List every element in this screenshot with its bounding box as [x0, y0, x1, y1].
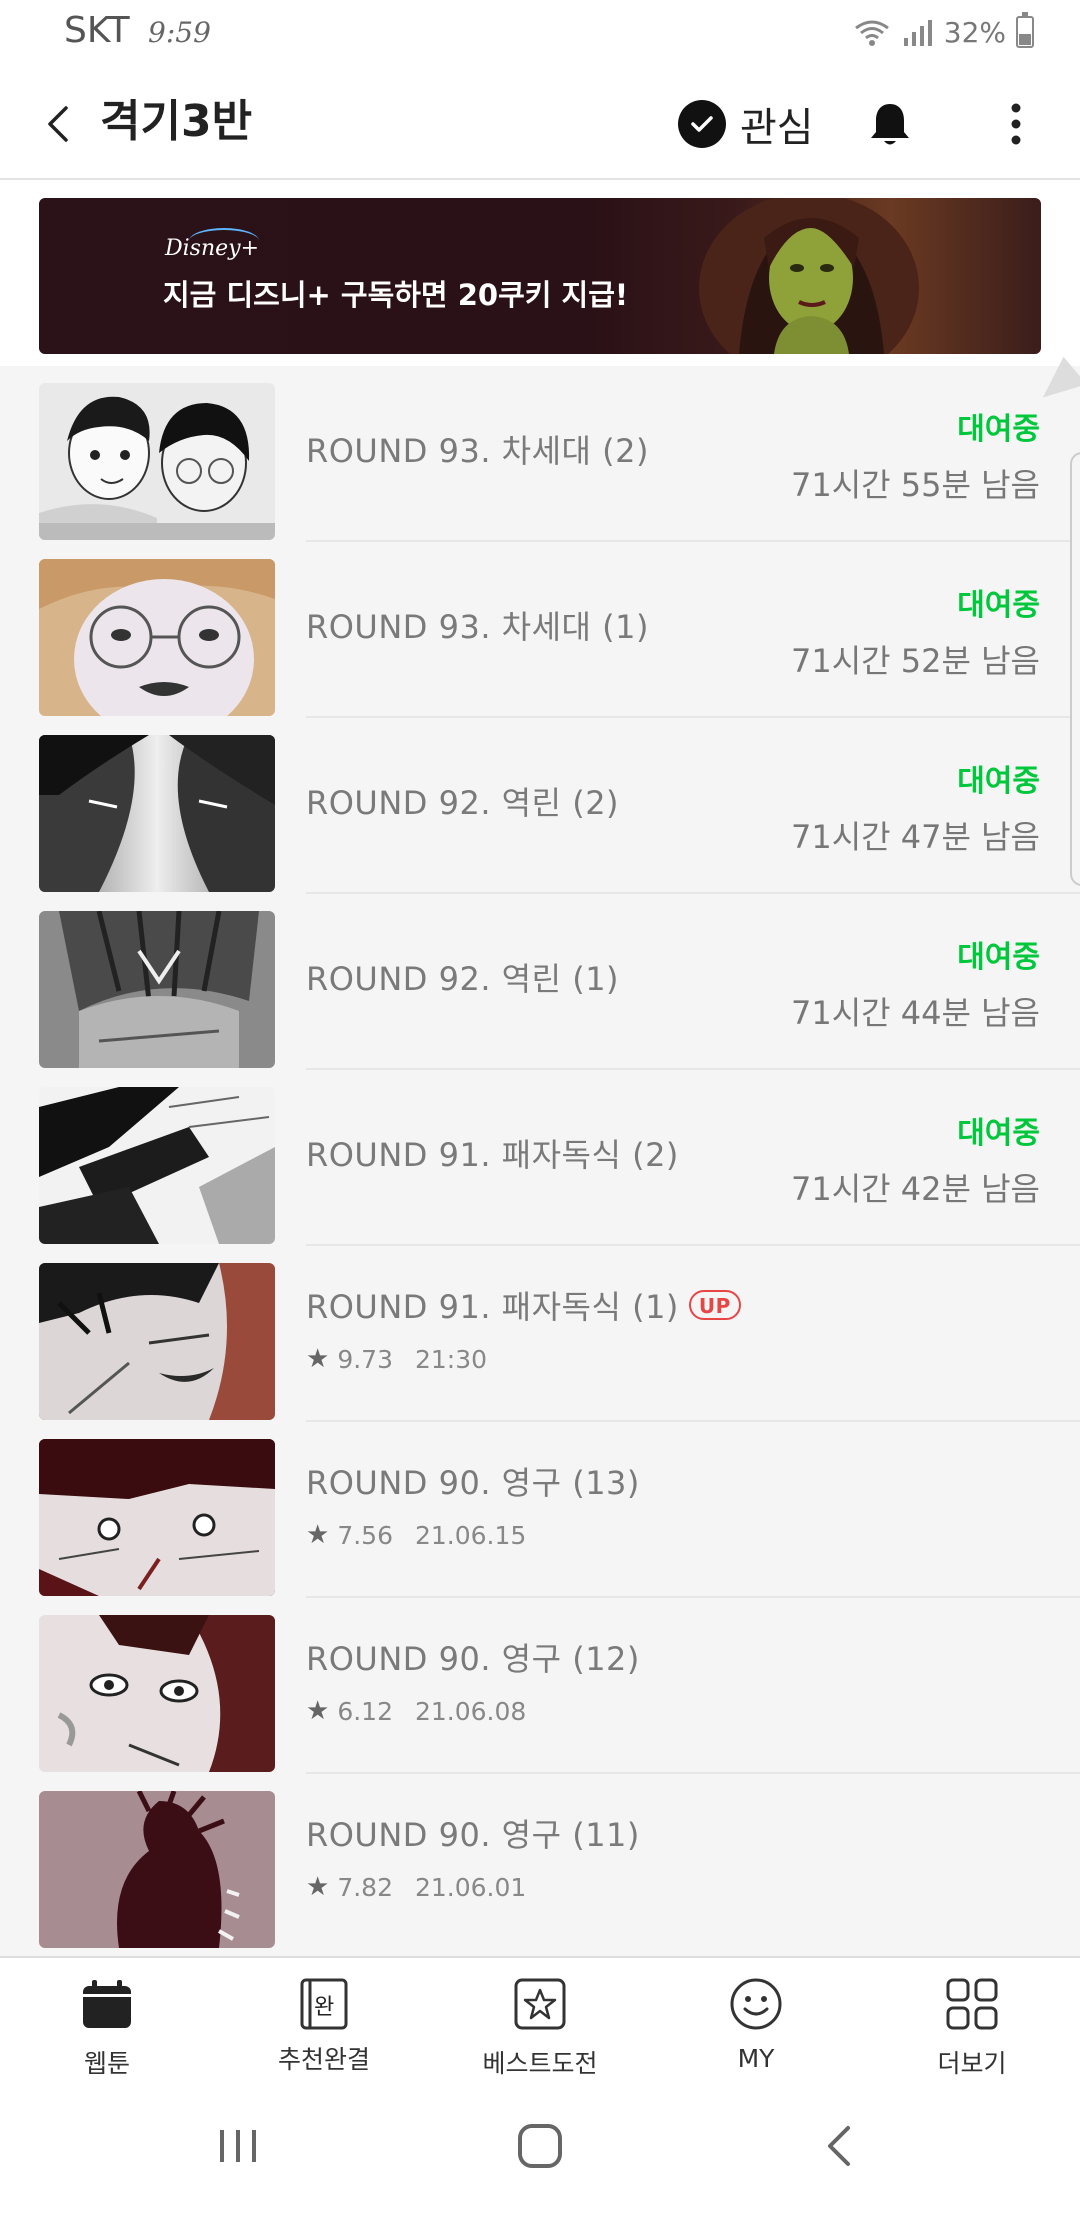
episode-rating: 7.56 — [337, 1520, 393, 1550]
system-back-icon[interactable] — [812, 2116, 872, 2176]
episode-row[interactable]: ROUND 92. 역린 (2) 대여중 71시간 47분 남음 — [0, 718, 1080, 894]
favorite-button[interactable]: 관심 — [678, 94, 814, 154]
episode-rating: 7.82 — [337, 1872, 393, 1902]
battery-icon — [1016, 12, 1034, 48]
nav-label: 추천완결 — [277, 2045, 370, 2074]
rental-time-left: 71시간 55분 남음 — [791, 466, 1040, 504]
status-icons: 32% — [852, 12, 1034, 52]
episode-list: ROUND 93. 차세대 (2) 대여중 71시간 55분 남음 ROUND … — [0, 366, 1080, 1950]
episode-row[interactable]: ROUND 93. 차세대 (2) 대여중 71시간 55분 남음 — [0, 366, 1080, 542]
check-icon — [678, 100, 726, 148]
episode-row[interactable]: ROUND 90. 영구 (12) ★ 6.12 21.06.08 — [0, 1598, 1080, 1774]
episode-title-text: ROUND 91. 패자독식 (1) — [306, 1288, 679, 1326]
character-portrait-image — [699, 198, 919, 354]
rental-status: 대여중 — [957, 588, 1040, 623]
nav-my[interactable]: MY — [671, 1976, 841, 2073]
more-vertical-icon[interactable] — [1000, 96, 1032, 152]
star-icon: ★ — [306, 1872, 330, 1902]
star-icon: ★ — [306, 1696, 330, 1726]
episode-thumbnail — [39, 911, 275, 1068]
rental-time-left: 71시간 44분 남음 — [791, 994, 1040, 1032]
episode-thumbnail — [39, 1791, 275, 1948]
battery-percent: 32% — [943, 15, 1006, 49]
page-title: 격기3반 — [100, 96, 253, 147]
episode-thumbnail — [39, 1615, 275, 1772]
rental-status: 대여중 — [957, 412, 1040, 447]
episode-title: ROUND 92. 역린 (2) — [306, 784, 620, 822]
nav-label: MY — [737, 2044, 775, 2073]
calendar-icon — [83, 1980, 131, 2028]
episode-title: ROUND 90. 영구 (13) — [306, 1464, 640, 1502]
rental-status: 대여중 — [957, 764, 1040, 799]
rental-time-left: 71시간 47분 남음 — [791, 818, 1040, 856]
star-icon: ★ — [306, 1344, 330, 1374]
star-box-icon — [514, 1978, 566, 2030]
episode-row[interactable]: ROUND 90. 영구 (11) ★ 7.82 21.06.01 — [0, 1774, 1080, 1950]
episode-thumbnail — [39, 383, 275, 540]
nav-webtoon[interactable]: 웹툰 — [22, 1976, 192, 2080]
nav-best-challenge[interactable]: 베스트도전 — [455, 1976, 625, 2080]
signal-icon — [903, 20, 932, 46]
episode-meta: ★ 7.56 21.06.15 — [306, 1520, 526, 1550]
episode-thumbnail — [39, 1087, 275, 1244]
episode-date: 21.06.15 — [414, 1520, 527, 1550]
episode-meta: ★ 7.82 21.06.01 — [306, 1872, 526, 1902]
episode-title: ROUND 93. 차세대 (1) — [306, 608, 649, 646]
nav-recommended-complete[interactable]: 완 추천완결 — [239, 1976, 409, 2076]
scroll-handle[interactable] — [1070, 452, 1080, 886]
nav-more[interactable]: 더보기 — [887, 1976, 1057, 2080]
episode-meta: ★ 6.12 21.06.08 — [306, 1696, 526, 1726]
episode-row[interactable]: ROUND 91. 패자독식 (2) 대여중 71시간 42분 남음 — [0, 1070, 1080, 1246]
disney-plus-logo: Disney+ — [165, 236, 260, 261]
episode-thumbnail — [39, 559, 275, 716]
episode-row[interactable]: ROUND 91. 패자독식 (1) UP ★ 9.73 21:30 — [0, 1246, 1080, 1422]
home-icon[interactable] — [510, 2116, 570, 2176]
wifi-icon — [854, 20, 889, 46]
nav-label: 더보기 — [937, 2049, 1007, 2078]
episode-thumbnail — [39, 1439, 275, 1596]
episode-title: ROUND 90. 영구 (11) — [306, 1816, 640, 1854]
episode-row[interactable]: ROUND 93. 차세대 (1) 대여중 71시간 52분 남음 — [0, 542, 1080, 718]
banner-text: 지금 디즈니+ 구독하면 20쿠키 지급! — [163, 278, 629, 312]
rental-time-left: 71시간 42분 남음 — [791, 1170, 1040, 1208]
episode-date: 21.06.08 — [414, 1696, 527, 1726]
star-icon: ★ — [306, 1520, 330, 1550]
up-badge: UP — [688, 1290, 741, 1320]
nav-label: 베스트도전 — [482, 2049, 598, 2078]
episode-rating: 9.73 — [337, 1344, 393, 1374]
recent-apps-icon[interactable] — [208, 2116, 268, 2176]
episode-date: 21:30 — [414, 1344, 488, 1374]
episode-title: ROUND 92. 역린 (1) — [306, 960, 620, 998]
episode-meta: ★ 9.73 21:30 — [306, 1344, 487, 1374]
rental-status: 대여중 — [957, 1116, 1040, 1151]
episode-row[interactable]: ROUND 90. 영구 (13) ★ 7.56 21.06.15 — [0, 1422, 1080, 1598]
carrier-label: SKT — [64, 10, 130, 51]
episode-title: ROUND 91. 패자독식 (1) UP — [306, 1282, 741, 1328]
episode-date: 21.06.01 — [414, 1872, 527, 1902]
episode-title: ROUND 91. 패자독식 (2) — [306, 1136, 679, 1174]
rental-time-left: 71시간 52분 남음 — [791, 642, 1040, 680]
system-navigation-bar — [0, 2078, 1080, 2220]
ad-banner-area: Disney+ 지금 디즈니+ 구독하면 20쿠키 지급! — [0, 180, 1080, 366]
clock: 9:59 — [148, 16, 211, 49]
episode-rating: 6.12 — [337, 1696, 393, 1726]
bell-icon[interactable] — [862, 96, 918, 152]
bottom-navigation: 웹툰 완 추천완결 베스트도전 MY 더보기 — [0, 1956, 1080, 2078]
top-app-bar: 격기3반 관심 — [0, 70, 1080, 180]
episode-title: ROUND 93. 차세대 (2) — [306, 432, 649, 470]
rental-status: 대여중 — [957, 940, 1040, 975]
nav-label: 웹툰 — [83, 2049, 130, 2078]
episode-thumbnail — [39, 735, 275, 892]
back-arrow-icon[interactable] — [36, 96, 92, 152]
complete-book-icon-text: 완 — [314, 1995, 335, 2020]
smiley-icon — [730, 1978, 782, 2030]
episode-title: ROUND 90. 영구 (12) — [306, 1640, 640, 1678]
episode-row[interactable]: ROUND 92. 역린 (1) 대여중 71시간 44분 남음 — [0, 894, 1080, 1070]
complete-book-icon: 완 — [296, 1976, 352, 2032]
disney-plus-ad-banner[interactable]: Disney+ 지금 디즈니+ 구독하면 20쿠키 지급! — [39, 198, 1041, 354]
grid-icon — [946, 1978, 998, 2030]
episode-thumbnail — [39, 1263, 275, 1420]
status-bar: SKT 9:59 32% — [0, 0, 1080, 70]
favorite-label: 관심 — [740, 105, 814, 151]
